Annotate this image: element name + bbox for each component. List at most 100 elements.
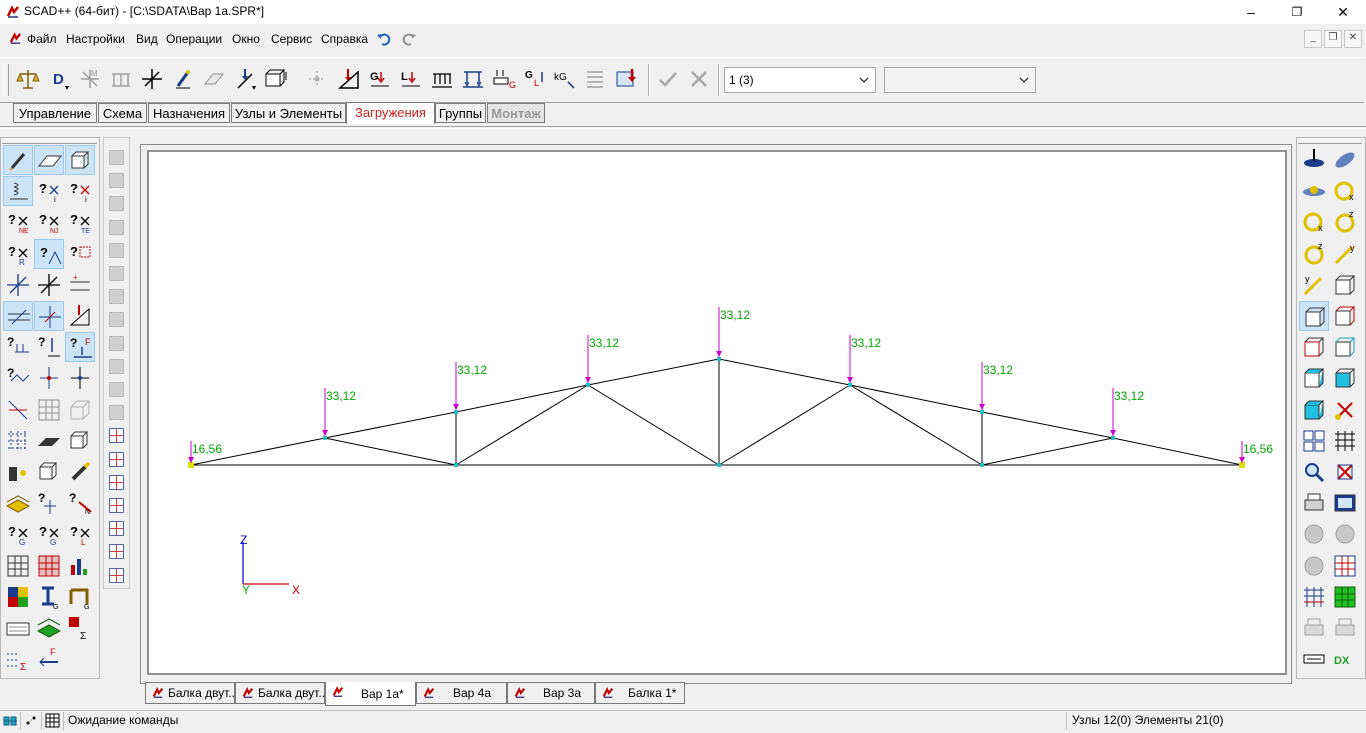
l-load-icon[interactable]: L [398,66,424,92]
gear-grey-b-button[interactable] [1330,519,1360,549]
view-box-d-button[interactable] [1330,332,1360,362]
link-button[interactable] [105,494,128,517]
rotate-x-button[interactable]: x [1330,176,1360,206]
rotate-y-neg-button[interactable]: y [1299,270,1329,300]
table-small-button[interactable] [105,540,128,563]
triangle-check-button[interactable] [65,301,95,331]
color-grid-button[interactable] [3,582,33,612]
table-a-button[interactable] [3,551,33,581]
box-load-icon[interactable] [262,66,288,92]
dimensions-button[interactable] [1299,644,1329,674]
printer-grey-a-button[interactable] [1299,613,1329,643]
menu-window[interactable]: Окно [232,32,260,46]
truss-model[interactable]: 16,56 33,12 33,12 33,12 33,12 33,12 33,12 33,12… [149,152,1285,673]
brush-button[interactable] [65,457,95,487]
distributed-load-arrows-icon[interactable] [460,66,486,92]
plate-button[interactable] [34,145,64,175]
node-numbers-icon[interactable] [24,713,39,728]
doc-tab-var-3a[interactable]: Вар 3a [507,682,595,704]
grid-table-icon[interactable] [45,713,60,728]
cube-b-button[interactable] [105,308,128,331]
query-dots-button[interactable]: ? [34,488,64,518]
ring-button[interactable] [105,378,128,401]
query-elem-i-button[interactable]: ? i [65,176,95,206]
tab-assignments[interactable]: Назначения [148,103,230,123]
rotate-tilt-button[interactable] [1330,145,1360,175]
ladder-button[interactable] [3,395,33,425]
g-load-icon[interactable]: G [367,66,393,92]
tool-2-button[interactable] [105,169,128,192]
document-icon[interactable] [9,32,22,45]
view-box-e-button[interactable] [1299,363,1329,393]
dots-button[interactable] [105,471,128,494]
rotate-view-button[interactable] [1299,145,1329,175]
layers-button[interactable] [3,488,33,518]
printer-grey-b-button[interactable] [1330,613,1360,643]
query-r-button[interactable]: ? R [3,239,33,269]
zoom-cancel-button[interactable] [1330,457,1360,487]
view-box-f-button[interactable] [1330,363,1360,393]
cursor-button[interactable] [105,192,128,215]
table-b-button[interactable] [34,551,64,581]
view-box-a-button[interactable] [1299,301,1329,331]
secondary-select[interactable] [884,67,1036,93]
edge-b-button[interactable] [105,239,128,262]
triangle-load-icon[interactable] [336,66,362,92]
query-hinge-button[interactable]: ? [34,238,64,269]
fragment-button[interactable] [1299,426,1329,456]
zoom-button[interactable] [1299,457,1329,487]
query-node-i-button[interactable]: ? i [34,176,64,206]
orbit-button[interactable] [1299,176,1329,206]
box-frame-button[interactable] [65,426,95,456]
cube-d-button[interactable] [105,355,128,378]
num-grid-button[interactable] [105,517,128,540]
gear-grey-a-button[interactable] [1299,519,1329,549]
pencil-button[interactable] [3,145,33,175]
rotate-z-neg-button[interactable]: z [1299,239,1329,269]
load-point-button[interactable]: ? [34,332,64,362]
keyboard-button[interactable] [3,613,33,643]
tab-nodes-elements[interactable]: Узлы и Элементы [231,103,346,123]
tab-control[interactable]: Управление [13,103,97,123]
undo-icon[interactable] [376,32,392,46]
node-split-b-button[interactable] [65,363,95,393]
scales-icon[interactable] [15,66,41,92]
node-pair-button[interactable] [105,424,128,447]
stress-b-button[interactable] [34,301,64,331]
menu-view[interactable]: Вид [136,32,158,46]
edge-c-button[interactable] [105,262,128,285]
maximize-button[interactable]: ❐ [1274,0,1320,24]
mdi-close-button[interactable]: ✕ [1344,30,1362,48]
close-button[interactable]: ✕ [1320,0,1366,24]
tab-loads[interactable]: Загружения [346,102,435,124]
kg-load-icon[interactable]: kG [552,66,578,92]
pencil-node-icon[interactable] [170,66,196,92]
load-beam-a-button[interactable]: ? [3,332,33,362]
rotate-x-neg-button[interactable]: x [1299,207,1329,237]
doc-tab-beam-1-star[interactable]: Балка 1* [595,682,685,704]
checkmark-icon[interactable] [655,66,681,92]
query-te-button[interactable]: ? TE [65,207,95,237]
bar-add-button[interactable]: + [65,270,95,300]
doc-tab-var-1a[interactable]: Вар 1a* [325,682,416,706]
cube-a-button[interactable] [105,285,128,308]
drawing-canvas[interactable]: 16,56 33,12 33,12 33,12 33,12 33,12 33,12 33,12… [147,150,1287,675]
query-g-button[interactable]: ? G [3,519,33,549]
load-table-icon[interactable] [583,66,609,92]
grid-color-button[interactable] [1299,582,1329,612]
grid-select-button[interactable] [34,395,64,425]
doc-tab-beam-2[interactable]: Балка двут... [235,682,328,704]
box-open-button[interactable] [34,457,64,487]
view-box-b-button[interactable] [1330,301,1360,331]
grid-3d-button[interactable] [65,395,95,425]
solid-button[interactable] [65,145,95,175]
model-view-icon[interactable] [3,713,18,728]
rotate-y-button[interactable]: y [1330,239,1360,269]
dxf-export-button[interactable]: DX [1330,644,1360,674]
scissors-button[interactable] [1330,395,1360,425]
edge-a-button[interactable] [105,216,128,239]
mdi-minimize-button[interactable]: _ [1304,30,1322,48]
plates-stack-button[interactable] [34,613,64,643]
doc-tab-beam-1[interactable]: Балка двут... [145,682,238,704]
distributed-load-icon[interactable] [429,66,455,92]
